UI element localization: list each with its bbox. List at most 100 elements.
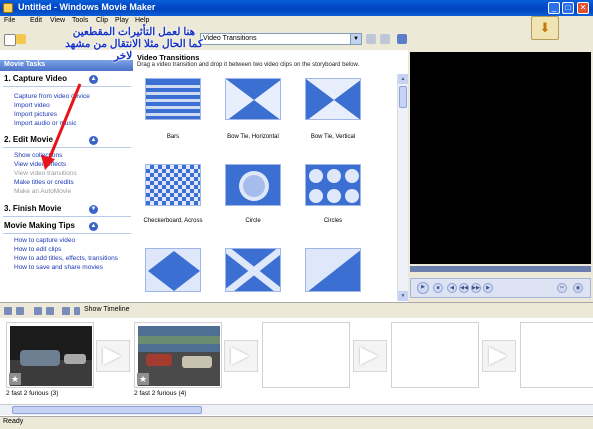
storyboard-empty-slot[interactable] bbox=[520, 322, 593, 388]
storyboard-clip[interactable]: ★ bbox=[6, 322, 94, 388]
preview-monitor: ▶ ■ ◀ ◀◀ ▶▶ ▶ ✂ ◉ bbox=[408, 50, 593, 302]
clip-name: 2 fast 2 furious (4) bbox=[134, 390, 187, 397]
previous-frame-icon[interactable]: ◀ bbox=[447, 283, 457, 293]
views-icon[interactable] bbox=[397, 34, 407, 44]
link-how-to-capture[interactable]: How to capture video bbox=[14, 237, 75, 244]
diagonal-cross-thumbnail bbox=[226, 249, 280, 291]
link-show-collections[interactable]: Show collections bbox=[14, 152, 62, 159]
menu-edit[interactable]: Edit bbox=[30, 17, 42, 24]
link-capture-from-device[interactable]: Capture from video device bbox=[14, 93, 90, 100]
transition-slot[interactable] bbox=[353, 340, 387, 372]
bars-thumbnail bbox=[146, 79, 200, 119]
split-clip-icon[interactable]: ✂ bbox=[557, 283, 567, 293]
chevron-down-icon[interactable]: ▼ bbox=[350, 34, 361, 44]
zoom-out-icon[interactable] bbox=[46, 307, 54, 315]
collapse-icon[interactable]: ▲ bbox=[89, 136, 98, 145]
transition-tile[interactable] bbox=[145, 164, 201, 206]
link-import-audio[interactable]: Import audio or music bbox=[14, 120, 77, 127]
link-how-to-edit[interactable]: How to edit clips bbox=[14, 246, 61, 253]
contents-description: Drag a video transition and drop it betw… bbox=[137, 62, 360, 68]
transition-label: Bow Tie, Horizontal bbox=[227, 134, 279, 140]
link-import-pictures[interactable]: Import pictures bbox=[14, 111, 57, 118]
transition-label: Checkerboard, Across bbox=[143, 218, 203, 224]
minimize-button[interactable]: _ bbox=[548, 2, 560, 14]
show-timeline-button[interactable]: Show Timeline bbox=[84, 306, 130, 313]
menu-help[interactable]: Help bbox=[135, 17, 149, 24]
star-icon: ★ bbox=[137, 373, 149, 385]
set-audio-levels-icon[interactable] bbox=[16, 307, 24, 315]
playback-controls: ▶ ■ ◀ ◀◀ ▶▶ ▶ ✂ ◉ bbox=[410, 278, 591, 298]
window-title: Untitled - Windows Movie Maker bbox=[18, 2, 156, 12]
new-collection-icon[interactable] bbox=[380, 34, 390, 44]
link-view-video-transitions: View video transitions bbox=[14, 170, 77, 177]
link-view-video-effects[interactable]: View video effects bbox=[14, 161, 66, 168]
stop-icon[interactable]: ■ bbox=[433, 283, 443, 293]
storyboard-clip[interactable]: ★ bbox=[134, 322, 222, 388]
section-capture-video[interactable]: 1. Capture Video bbox=[4, 74, 67, 83]
next-frame-icon[interactable]: ▶ bbox=[483, 283, 493, 293]
link-make-titles[interactable]: Make titles or credits bbox=[14, 179, 74, 186]
menu-clip[interactable]: Clip bbox=[96, 17, 108, 24]
transition-tile[interactable] bbox=[225, 248, 281, 292]
arrow-right-icon bbox=[489, 347, 507, 365]
storyboard-scrollbar[interactable] bbox=[0, 404, 593, 415]
star-icon: ★ bbox=[9, 373, 21, 385]
scroll-thumb[interactable] bbox=[399, 86, 407, 108]
transition-tile[interactable] bbox=[305, 78, 361, 120]
transition-tile[interactable] bbox=[145, 248, 201, 292]
link-make-automovie: Make an AutoMovie bbox=[14, 188, 72, 195]
menu-play[interactable]: Play bbox=[115, 17, 129, 24]
checkerboard-thumbnail bbox=[146, 165, 200, 205]
scroll-up-icon[interactable]: ▲ bbox=[398, 74, 408, 84]
circles-thumbnail bbox=[306, 165, 360, 205]
zoom-in-icon[interactable] bbox=[34, 307, 42, 315]
storyboard-empty-slot[interactable] bbox=[391, 322, 479, 388]
collapse-icon[interactable]: ▲ bbox=[89, 222, 98, 231]
take-picture-icon[interactable]: ◉ bbox=[573, 283, 583, 293]
transition-tile[interactable] bbox=[305, 248, 361, 292]
transition-label: Bars bbox=[166, 134, 180, 140]
menu-tools[interactable]: Tools bbox=[72, 17, 88, 24]
collapse-icon[interactable]: ▲ bbox=[89, 75, 98, 84]
storyboard-view-icon[interactable] bbox=[4, 307, 12, 315]
menu-view[interactable]: View bbox=[50, 17, 65, 24]
play-icon[interactable]: ▶ bbox=[417, 282, 429, 294]
transition-tile[interactable] bbox=[225, 78, 281, 120]
contents-pane: Video Transitions Drag a video transitio… bbox=[133, 50, 409, 302]
section-finish-movie[interactable]: 3. Finish Movie bbox=[4, 204, 61, 213]
menu-file[interactable]: File bbox=[4, 17, 15, 24]
storyboard-empty-slot[interactable] bbox=[262, 322, 350, 388]
circle-thumbnail bbox=[226, 165, 280, 205]
annotation-line: هنا لعمل التأثيرات المقطعين bbox=[72, 26, 196, 38]
close-button[interactable]: ✕ bbox=[577, 2, 589, 14]
transition-slot[interactable] bbox=[482, 340, 516, 372]
up-level-icon[interactable] bbox=[366, 34, 376, 44]
rewind-storyboard-icon[interactable] bbox=[62, 307, 70, 315]
expand-icon[interactable]: ▼ bbox=[89, 205, 98, 214]
transition-tile[interactable] bbox=[145, 78, 201, 120]
scroll-thumb[interactable] bbox=[12, 406, 202, 414]
seek-bar[interactable] bbox=[410, 266, 591, 272]
section-movie-making-tips[interactable]: Movie Making Tips bbox=[4, 221, 75, 230]
link-how-to-save[interactable]: How to save and share movies bbox=[14, 264, 103, 271]
transition-slot[interactable] bbox=[96, 340, 130, 372]
transition-tile[interactable] bbox=[305, 164, 361, 206]
section-edit-movie[interactable]: 2. Edit Movie bbox=[4, 135, 53, 144]
download-icon[interactable]: ⬇ bbox=[531, 16, 559, 40]
play-storyboard-icon[interactable] bbox=[74, 307, 80, 315]
app-icon bbox=[3, 3, 13, 13]
transition-label: Bow Tie, Vertical bbox=[310, 134, 356, 140]
link-import-video[interactable]: Import video bbox=[14, 102, 50, 109]
preview-screen bbox=[410, 52, 591, 264]
scroll-down-icon[interactable]: ▼ bbox=[398, 291, 408, 301]
arrow-right-icon bbox=[360, 347, 378, 365]
clip-name: 2 fast 2 furious (3) bbox=[6, 390, 59, 397]
transition-tile[interactable] bbox=[225, 164, 281, 206]
fast-forward-icon[interactable]: ▶▶ bbox=[471, 283, 481, 293]
rewind-icon[interactable]: ◀◀ bbox=[459, 283, 469, 293]
movie-tasks-pane: Movie Tasks 1. Capture Video ▲ Capture f… bbox=[0, 50, 134, 302]
contents-scrollbar[interactable]: ▲ ▼ bbox=[397, 74, 408, 301]
maximize-button[interactable]: □ bbox=[562, 2, 574, 14]
transition-slot[interactable] bbox=[224, 340, 258, 372]
link-how-to-add-titles[interactable]: How to add titles, effects, transitions bbox=[14, 255, 118, 262]
